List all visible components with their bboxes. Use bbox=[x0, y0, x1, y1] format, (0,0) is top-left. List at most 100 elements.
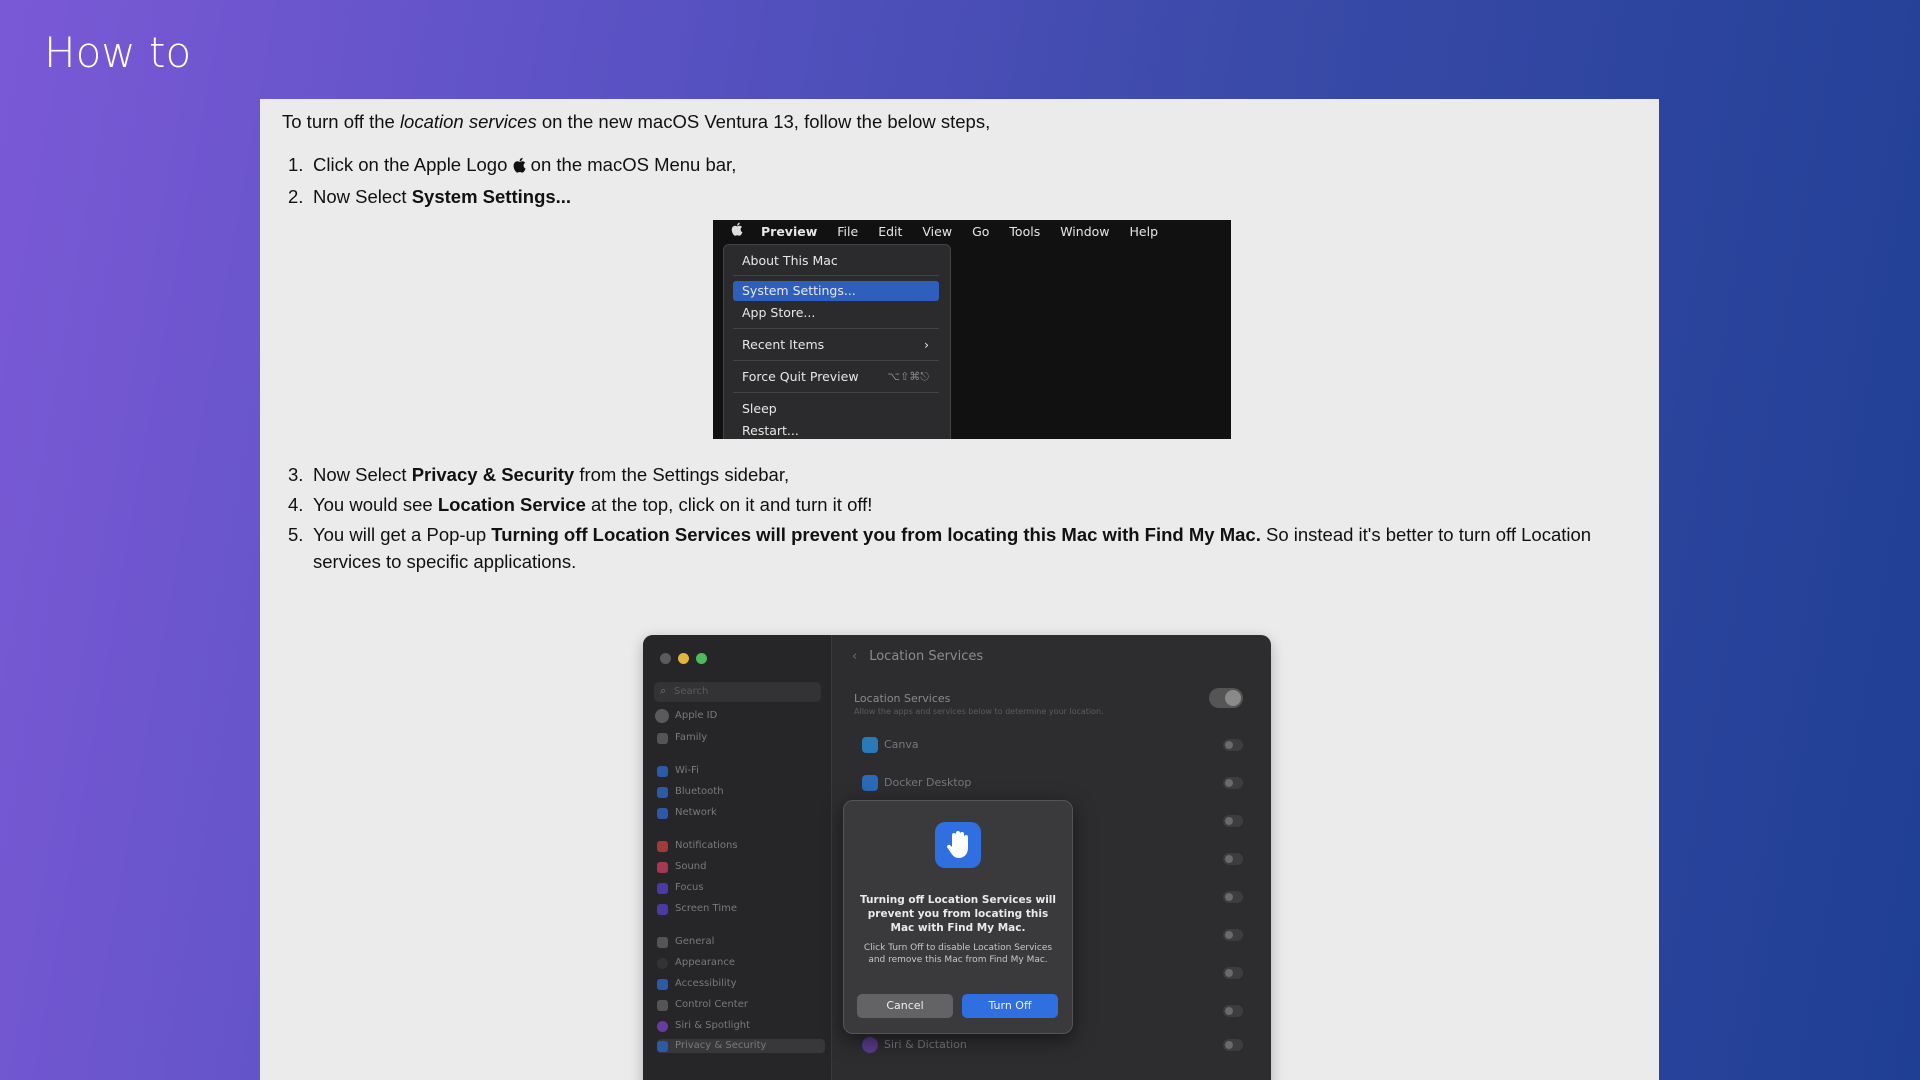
menu-edit[interactable]: Edit bbox=[878, 224, 902, 239]
app-row-docker: Docker Desktop bbox=[862, 774, 971, 792]
sidebar-item-screen-time[interactable]: Screen Time bbox=[657, 902, 737, 916]
step-text: Now Select bbox=[313, 464, 412, 485]
apple-logo-icon bbox=[513, 153, 526, 180]
step-text: You would see bbox=[313, 494, 438, 515]
docker-icon bbox=[862, 775, 878, 791]
steps-list-2: 3. Now Select Privacy & Security from th… bbox=[282, 461, 1642, 578]
sidebar-item-control-center[interactable]: Control Center bbox=[657, 998, 748, 1012]
sidebar-item-general[interactable]: General bbox=[657, 935, 714, 949]
menu-divider bbox=[733, 392, 939, 393]
menu-tools[interactable]: Tools bbox=[1009, 224, 1040, 239]
sidebar-item-notifications[interactable]: Notifications bbox=[657, 839, 738, 853]
sidebar-item-bluetooth[interactable]: Bluetooth bbox=[657, 785, 724, 799]
menu-item-about[interactable]: About This Mac bbox=[733, 251, 939, 271]
step-2: 2. Now Select System Settings... bbox=[282, 183, 1642, 210]
siri-toggle[interactable] bbox=[1223, 1039, 1243, 1051]
slide-title: How to bbox=[44, 28, 192, 77]
location-services-description: Allow the apps and services below to det… bbox=[854, 707, 1104, 716]
sidebar-item-privacy-security[interactable]: Privacy & Security bbox=[657, 1039, 825, 1053]
menu-item-label: Force Quit Preview bbox=[742, 369, 859, 384]
chevron-left-icon[interactable]: ‹ bbox=[852, 649, 857, 664]
control-center-icon bbox=[657, 1000, 668, 1011]
sidebar-item-wifi[interactable]: Wi-Fi bbox=[657, 764, 699, 778]
intro-after: on the new macOS Ventura 13, follow the … bbox=[536, 111, 991, 132]
canva-icon bbox=[862, 737, 878, 753]
step-text: at the top, click on it and turn it off! bbox=[585, 494, 873, 515]
dialog-title: Turning off Location Services will preve… bbox=[860, 894, 1056, 934]
pane-header: ‹ Location Services bbox=[852, 649, 983, 664]
sidebar-label: Privacy & Security bbox=[675, 1040, 767, 1051]
step-text: You will get a Pop-up bbox=[313, 524, 492, 545]
cancel-button[interactable]: Cancel bbox=[857, 994, 953, 1018]
focus-icon bbox=[657, 883, 668, 894]
sidebar-label: Notifications bbox=[675, 840, 738, 851]
docker-toggle[interactable] bbox=[1223, 777, 1243, 789]
app-toggle[interactable] bbox=[1223, 853, 1243, 865]
sidebar-item-focus[interactable]: Focus bbox=[657, 881, 704, 895]
step-text: on the macOS Menu bar, bbox=[530, 154, 737, 175]
step-bold: System Settings... bbox=[411, 186, 572, 207]
menu-item-sleep[interactable]: Sleep bbox=[733, 399, 939, 419]
sidebar-label: Accessibility bbox=[675, 978, 737, 989]
zoom-window-button[interactable] bbox=[696, 653, 707, 664]
intro-text: To turn off the location services on the… bbox=[282, 111, 990, 133]
canva-toggle[interactable] bbox=[1223, 739, 1243, 751]
menu-divider bbox=[733, 360, 939, 361]
close-window-button[interactable] bbox=[660, 653, 671, 664]
menu-view[interactable]: View bbox=[922, 224, 952, 239]
sidebar-item-network[interactable]: Network bbox=[657, 806, 717, 820]
apple-menu-icon[interactable] bbox=[731, 222, 761, 240]
sidebar-item-apple-id[interactable]: Apple ID bbox=[655, 709, 717, 723]
app-toggle[interactable] bbox=[1223, 1005, 1243, 1017]
sidebar-label: Bluetooth bbox=[675, 786, 724, 797]
sidebar-item-siri-spotlight[interactable]: Siri & Spotlight bbox=[657, 1019, 750, 1033]
document-panel: To turn off the location services on the… bbox=[260, 99, 1659, 1080]
menu-preview[interactable]: Preview bbox=[761, 224, 817, 239]
location-services-row: Location Services Allow the apps and ser… bbox=[854, 692, 1104, 716]
sidebar-item-sound[interactable]: Sound bbox=[657, 860, 707, 874]
sidebar-label: Wi-Fi bbox=[675, 765, 699, 776]
sidebar-label: Family bbox=[675, 732, 708, 743]
menu-item-system-settings[interactable]: System Settings... bbox=[733, 281, 939, 301]
app-row-siri: Siri & Dictation bbox=[862, 1036, 967, 1054]
pane-title: Location Services bbox=[869, 649, 984, 664]
app-toggle[interactable] bbox=[1223, 929, 1243, 941]
chevron-right-icon: › bbox=[924, 337, 929, 352]
menu-help[interactable]: Help bbox=[1130, 224, 1159, 239]
app-toggle[interactable] bbox=[1223, 967, 1243, 979]
menu-item-recent-items[interactable]: Recent Items › bbox=[733, 335, 939, 355]
menu-item-force-quit[interactable]: Force Quit Preview ⌥⇧⌘⎋ bbox=[733, 367, 939, 387]
sidebar-label: Appearance bbox=[675, 957, 736, 968]
avatar bbox=[655, 709, 669, 723]
app-toggle[interactable] bbox=[1223, 815, 1243, 827]
turn-off-location-dialog: Turning off Location Services will preve… bbox=[843, 800, 1073, 1034]
network-icon bbox=[657, 808, 668, 819]
sidebar-search-input[interactable]: ⌕ Search bbox=[654, 682, 821, 702]
app-row-canva: Canva bbox=[862, 736, 919, 754]
menu-item-app-store[interactable]: App Store... bbox=[733, 303, 939, 323]
bluetooth-icon bbox=[657, 787, 668, 798]
menu-window[interactable]: Window bbox=[1060, 224, 1109, 239]
location-services-label: Location Services bbox=[854, 692, 951, 705]
sidebar-item-family[interactable]: Family bbox=[657, 731, 707, 745]
step-number: 2. bbox=[288, 186, 304, 207]
screen-time-icon bbox=[657, 904, 668, 915]
sidebar-item-appearance[interactable]: Appearance bbox=[657, 956, 735, 970]
turn-off-button[interactable]: Turn Off bbox=[962, 994, 1058, 1018]
search-placeholder: Search bbox=[674, 686, 709, 697]
app-toggle[interactable] bbox=[1223, 891, 1243, 903]
step-number: 3. bbox=[288, 464, 304, 485]
sidebar-label: Siri & Spotlight bbox=[675, 1020, 751, 1031]
step-bold: Turning off Location Services will preve… bbox=[491, 524, 1261, 545]
minimize-window-button[interactable] bbox=[678, 653, 689, 664]
sidebar-item-accessibility[interactable]: Accessibility bbox=[657, 977, 737, 991]
macos-menu-bar: Preview File Edit View Go Tools Window H… bbox=[713, 220, 1231, 242]
step-bold: Privacy & Security bbox=[411, 464, 575, 485]
menu-item-restart[interactable]: Restart... bbox=[733, 421, 939, 439]
step-number: 4. bbox=[288, 494, 304, 515]
location-services-toggle[interactable] bbox=[1209, 688, 1243, 708]
menu-item-label: Recent Items bbox=[742, 337, 825, 352]
menu-go[interactable]: Go bbox=[972, 224, 989, 239]
family-icon bbox=[657, 733, 668, 744]
menu-file[interactable]: File bbox=[837, 224, 858, 239]
